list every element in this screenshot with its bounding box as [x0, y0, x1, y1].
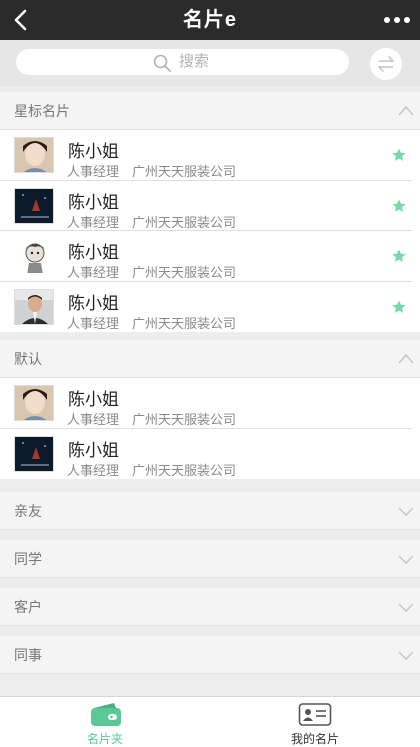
my-card-icon	[298, 703, 332, 726]
star-icon[interactable]	[392, 199, 406, 213]
page-title: 名片e	[182, 9, 238, 31]
chevron-down-icon	[398, 507, 414, 516]
chevron-down-icon	[398, 555, 414, 564]
avatar	[14, 238, 54, 274]
contact-role: 人事经理	[67, 462, 120, 478]
chevron-down-icon	[398, 603, 414, 612]
tab-card-holder[interactable]: 名片夹	[0, 697, 210, 747]
contact-card[interactable]: 陈小姐 人事经理 广州天天服装公司	[0, 130, 412, 181]
contact-card[interactable]: 陈小姐 人事经理 广州天天服装公司	[0, 231, 412, 282]
contact-company: 广州天天服装公司	[132, 315, 237, 331]
contact-company: 广州天天服装公司	[132, 265, 237, 280]
group-title: 同学	[14, 551, 42, 567]
tab-bar: 名片夹 我的名片	[0, 696, 420, 747]
group-starred: 星标名片 陈小姐 人事经理 广州天天服装公司 陈小姐 人事经理 广州天天服装公司…	[0, 92, 420, 332]
contact-role: 人事经理	[67, 265, 120, 280]
search-icon	[153, 54, 171, 72]
tab-my-card[interactable]: 我的名片	[210, 697, 420, 747]
group-header-default[interactable]: 默认	[0, 340, 420, 378]
group-header-family[interactable]: 亲友	[0, 492, 420, 530]
swap-button[interactable]	[370, 48, 402, 80]
contact-name: 陈小姐	[68, 390, 119, 409]
contact-name: 陈小姐	[68, 440, 119, 460]
group-header-clients[interactable]: 客户	[0, 588, 420, 626]
contact-name: 陈小姐	[68, 192, 119, 212]
avatar	[14, 137, 54, 173]
contact-company: 广州天天服装公司	[132, 164, 237, 179]
group-classmates: 同学	[0, 540, 420, 578]
contact-role: 人事经理	[67, 412, 120, 427]
more-dots-icon[interactable]	[382, 6, 412, 34]
contact-name: 陈小姐	[68, 243, 119, 262]
search-bar: 搜索	[0, 40, 420, 86]
contact-card[interactable]: 陈小姐 人事经理 广州天天服装公司	[0, 181, 412, 231]
contact-role: 人事经理	[67, 315, 120, 331]
group-colleagues: 同事	[0, 636, 420, 674]
group-header-colleagues[interactable]: 同事	[0, 636, 420, 674]
chevron-up-icon	[398, 105, 414, 116]
group-header-starred[interactable]: 星标名片	[0, 92, 420, 130]
contact-company: 广州天天服装公司	[132, 214, 237, 230]
star-icon[interactable]	[392, 300, 406, 314]
contact-role: 人事经理	[67, 164, 120, 179]
contact-company: 广州天天服装公司	[132, 412, 237, 427]
search-placeholder: 搜索	[179, 53, 210, 70]
group-title: 默认	[14, 351, 42, 367]
swap-arrows-icon	[378, 56, 394, 72]
tab-label: 名片夹	[86, 732, 123, 746]
contact-card[interactable]: 陈小姐 人事经理 广州天天服装公司	[0, 429, 412, 480]
group-default: 默认 陈小姐 人事经理 广州天天服装公司 陈小姐 人事经理 广州天天服装公司	[0, 340, 420, 479]
contact-name: 陈小姐	[68, 293, 119, 313]
card-holder-icon	[91, 703, 121, 726]
avatar	[14, 288, 54, 325]
contact-company: 广州天天服装公司	[132, 462, 237, 478]
chevron-up-icon	[398, 353, 414, 364]
group-title: 亲友	[14, 503, 42, 519]
star-icon[interactable]	[392, 148, 406, 162]
tab-label: 我的名片	[290, 732, 339, 746]
search-input[interactable]: 搜索	[16, 49, 349, 75]
contact-card[interactable]: 陈小姐 人事经理 广州天天服装公司	[0, 282, 412, 333]
chevron-down-icon	[398, 651, 414, 660]
avatar	[14, 435, 54, 472]
group-title: 客户	[14, 599, 42, 615]
group-clients: 客户	[0, 588, 420, 626]
group-title: 同事	[14, 647, 42, 663]
group-header-classmates[interactable]: 同学	[0, 540, 420, 578]
group-family: 亲友	[0, 492, 420, 530]
group-title: 星标名片	[14, 103, 70, 119]
avatar	[14, 187, 54, 224]
contact-role: 人事经理	[67, 214, 120, 230]
navbar: 名片e	[0, 0, 420, 40]
contact-card[interactable]: 陈小姐 人事经理 广州天天服装公司	[0, 378, 412, 429]
avatar	[14, 385, 54, 421]
contact-name: 陈小姐	[68, 142, 119, 161]
star-icon[interactable]	[392, 249, 406, 263]
